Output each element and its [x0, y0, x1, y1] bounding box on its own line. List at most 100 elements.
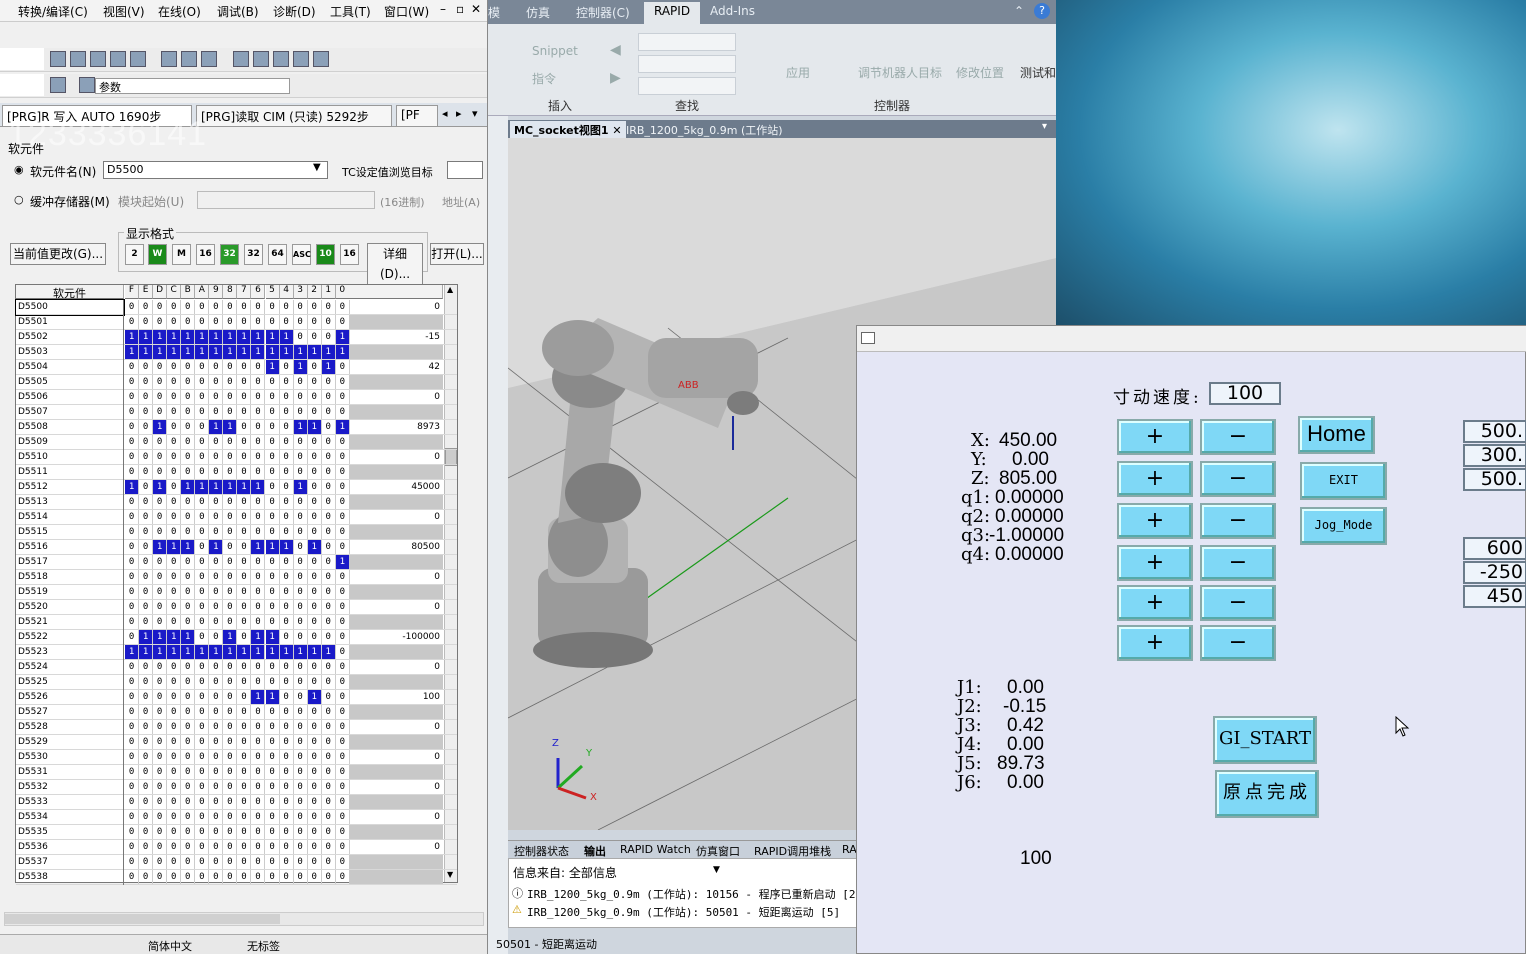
right-input-3[interactable]: 500. [1463, 468, 1526, 491]
bit-cell[interactable]: 0 [294, 555, 308, 569]
bit-cell[interactable]: 1 [223, 630, 238, 644]
bit-cell[interactable]: 0 [280, 555, 294, 569]
replace-icon[interactable] [252, 51, 269, 67]
bit-cell[interactable]: 0 [125, 810, 140, 824]
bit-cell[interactable]: 0 [139, 870, 154, 884]
bit-cell[interactable]: 0 [251, 675, 266, 689]
find-dropdown-1[interactable] [638, 33, 736, 51]
bit-cell[interactable]: 0 [251, 870, 266, 884]
bit-cell[interactable]: 0 [251, 615, 266, 629]
bit-cell[interactable]: 0 [209, 780, 224, 794]
monitor-icon[interactable] [161, 51, 177, 67]
device-name-input[interactable]: D5500 [103, 161, 328, 179]
bit-cell[interactable]: 1 [237, 645, 252, 659]
table-row[interactable]: D5514 0 0 0 0 0 0 0 0 0 0 0 0 0 0 0 0 0 [16, 510, 457, 525]
bit-cell[interactable]: 0 [223, 375, 238, 389]
format-32bit-button[interactable]: 32 [220, 244, 239, 265]
cut-icon[interactable] [49, 51, 66, 67]
bit-cell[interactable]: 0 [125, 540, 140, 554]
bit-cell[interactable]: 0 [280, 510, 294, 524]
bit-cell[interactable]: 0 [209, 630, 224, 644]
bit-cell[interactable]: 0 [237, 510, 252, 524]
bit-cell[interactable]: 0 [209, 675, 224, 689]
right-input-1[interactable]: 500. [1463, 420, 1526, 443]
bit-cell[interactable]: 0 [167, 735, 182, 749]
bit-cell[interactable]: 0 [223, 450, 238, 464]
bit-cell[interactable]: 0 [195, 855, 210, 869]
bit-cell[interactable]: 0 [209, 660, 224, 674]
right-input-4[interactable]: 600 [1463, 537, 1526, 560]
menu-window[interactable]: 窗口(W) [384, 3, 429, 20]
bit-cell[interactable]: 0 [308, 510, 322, 524]
bit-cell[interactable]: 0 [251, 600, 266, 614]
bit-cell[interactable]: 0 [125, 780, 140, 794]
bit-cell[interactable]: 0 [294, 450, 308, 464]
bit-cell[interactable]: 0 [294, 525, 308, 539]
bit-cell[interactable]: 0 [237, 315, 252, 329]
bit-cell[interactable]: 0 [251, 510, 266, 524]
bit-cell[interactable]: 0 [322, 840, 336, 854]
table-row[interactable]: D5530 0 0 0 0 0 0 0 0 0 0 0 0 0 0 0 0 0 [16, 750, 457, 765]
bit-cell[interactable]: 0 [308, 525, 322, 539]
bit-cell[interactable]: 0 [322, 675, 336, 689]
bit-cell[interactable]: 0 [336, 465, 350, 479]
bit-cell[interactable]: 0 [322, 870, 336, 884]
bit-cell[interactable]: 0 [280, 840, 294, 854]
menu-online[interactable]: 在线(O) [158, 3, 201, 20]
menu-convert[interactable]: 转换/编译(C) [18, 3, 88, 20]
bit-cell[interactable]: 1 [279, 330, 294, 344]
bit-cell[interactable]: 0 [336, 765, 350, 779]
bit-cell[interactable]: 0 [308, 660, 322, 674]
bit-cell[interactable]: 0 [181, 615, 196, 629]
bit-cell[interactable]: 0 [336, 870, 350, 884]
format-ascii-button[interactable]: ASC [292, 244, 311, 265]
bit-cell[interactable]: 0 [181, 765, 196, 779]
bit-cell[interactable]: 1 [265, 540, 280, 554]
bit-cell[interactable]: 0 [223, 795, 238, 809]
bit-cell[interactable]: 0 [167, 660, 182, 674]
bit-cell[interactable]: 0 [167, 510, 182, 524]
bit-cell[interactable]: 0 [322, 540, 336, 554]
bit-cell[interactable]: 0 [195, 300, 210, 314]
bit-cell[interactable]: 0 [336, 855, 350, 869]
bit-cell[interactable]: 1 [293, 480, 308, 494]
bit-cell[interactable]: 0 [153, 675, 168, 689]
bit-cell[interactable]: 0 [294, 540, 308, 554]
bit-cell[interactable]: 0 [195, 420, 210, 434]
table-row[interactable]: D5527 0 0 0 0 0 0 0 0 0 0 0 0 0 0 0 0 [16, 705, 457, 720]
bit-cell[interactable]: 0 [209, 555, 224, 569]
bit-cell[interactable]: 1 [181, 480, 196, 494]
table-row[interactable]: D5528 0 0 0 0 0 0 0 0 0 0 0 0 0 0 0 0 0 [16, 720, 457, 735]
bit-cell[interactable]: 0 [223, 810, 238, 824]
ribbon-tab-mode[interactable]: 模 [488, 4, 500, 21]
format-decimal-button[interactable]: 10 [316, 244, 335, 265]
jog-plus-1-button[interactable]: + [1117, 419, 1193, 455]
tab-output[interactable]: 输出 [584, 843, 606, 859]
bit-cell[interactable]: 0 [322, 720, 336, 734]
bit-cell[interactable]: 0 [237, 720, 252, 734]
bit-cell[interactable]: 0 [237, 870, 252, 884]
bit-cell[interactable]: 0 [322, 420, 336, 434]
table-row[interactable]: D5518 0 0 0 0 0 0 0 0 0 0 0 0 0 0 0 0 0 [16, 570, 457, 585]
format-m-button[interactable]: M [172, 244, 191, 265]
bit-cell[interactable]: 1 [125, 645, 140, 659]
bit-cell[interactable]: 0 [251, 420, 266, 434]
bit-cell[interactable]: 0 [322, 555, 336, 569]
bit-cell[interactable]: 0 [251, 555, 266, 569]
bit-cell[interactable]: 0 [209, 570, 224, 584]
bit-cell[interactable]: 0 [195, 315, 210, 329]
nav-forward-icon[interactable]: ▶ [610, 70, 621, 86]
jog-mode-button[interactable]: Jog_Mode [1300, 507, 1387, 545]
bit-cell[interactable]: 0 [251, 735, 266, 749]
bit-cell[interactable]: 0 [336, 660, 350, 674]
bit-cell[interactable]: 0 [294, 615, 308, 629]
bit-cell[interactable]: 0 [181, 870, 196, 884]
bit-cell[interactable]: 0 [139, 585, 154, 599]
bit-cell[interactable]: 0 [266, 600, 280, 614]
bit-cell[interactable]: 0 [139, 810, 154, 824]
bit-cell[interactable]: 0 [167, 795, 182, 809]
bit-cell[interactable]: 0 [209, 840, 224, 854]
bit-cell[interactable]: 0 [125, 825, 140, 839]
bit-cell[interactable]: 0 [125, 555, 140, 569]
bit-cell[interactable]: 0 [125, 750, 140, 764]
